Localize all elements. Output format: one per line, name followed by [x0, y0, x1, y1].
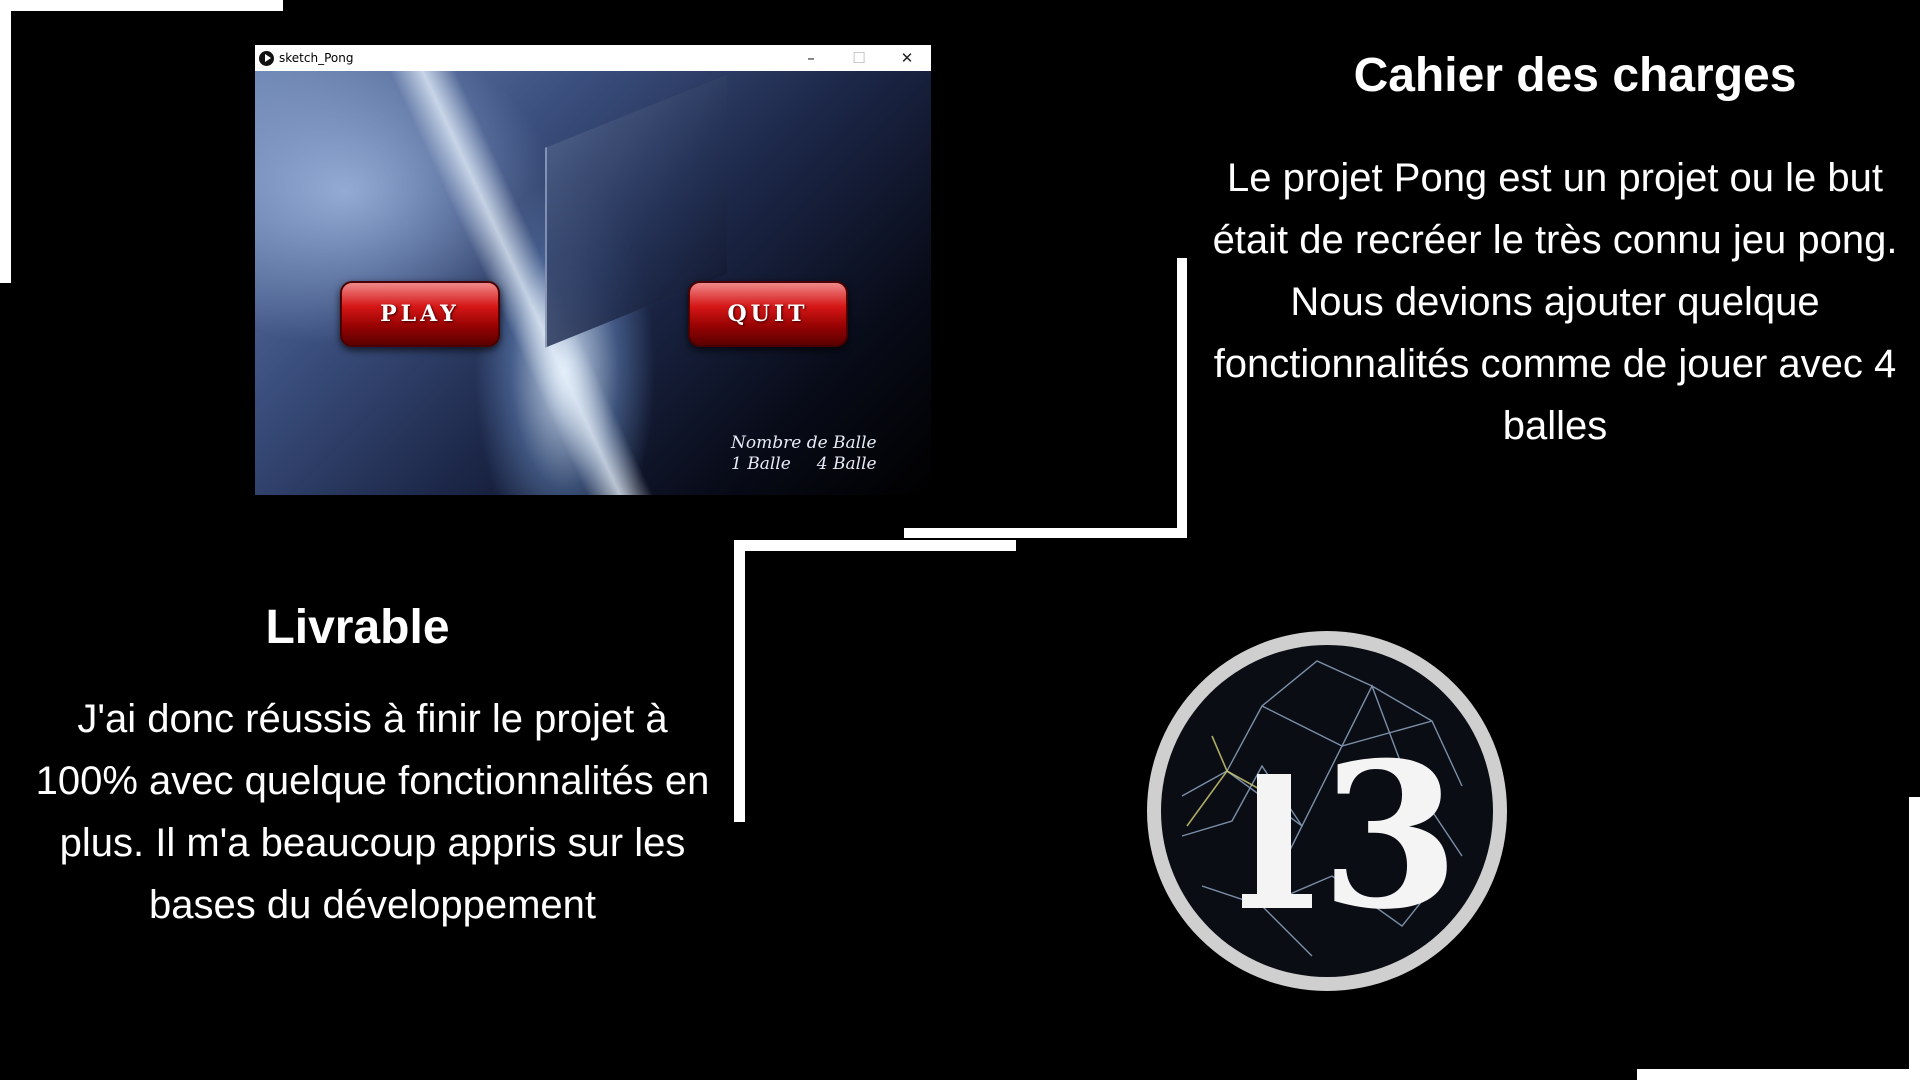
- connector-line-upper-vertical: [1177, 258, 1187, 538]
- minimize-icon[interactable]: –: [787, 45, 835, 71]
- cahier-title: Cahier des charges: [1353, 49, 1797, 102]
- frame-line-top-left: [0, 0, 283, 11]
- processing-app-icon: [259, 50, 274, 66]
- frame-line-bottom-right-horizontal: [1637, 1069, 1920, 1080]
- frame-line-bottom-right-vertical: [1909, 797, 1920, 1080]
- ball-count-selector: Nombre de Balle 1 Balle 4 Balle: [731, 433, 911, 475]
- logo-digit-one-base: [1242, 894, 1312, 908]
- window-title: sketch_Pong: [279, 51, 354, 65]
- cahier-text: Le projet Pong est un projet ou le but é…: [1212, 156, 1898, 448]
- close-icon[interactable]: ✕: [883, 45, 931, 71]
- logo-digit-one: [1257, 774, 1291, 906]
- game-canvas: PLAY QUIT Nombre de Balle 1 Balle 4 Ball…: [255, 71, 931, 495]
- window-titlebar: sketch_Pong – ☐ ✕: [255, 45, 931, 71]
- connector-line-lower-vertical: [734, 540, 745, 822]
- frame-line-left-vertical: [0, 0, 11, 283]
- maximize-icon[interactable]: ☐: [835, 45, 883, 71]
- logo-glyph: 3: [1320, 719, 1459, 954]
- connector-line-upper-horizontal: [904, 528, 1187, 538]
- livrable-text: J'ai donc réussis à finir le projet à 10…: [35, 697, 710, 927]
- quit-button[interactable]: QUIT: [688, 281, 848, 347]
- one-ball-option[interactable]: 1 Balle: [731, 454, 791, 475]
- livrable-title: Livrable: [265, 601, 450, 654]
- connector-line-lower-horizontal: [734, 540, 1016, 551]
- play-button[interactable]: PLAY: [340, 281, 500, 347]
- four-ball-option[interactable]: 4 Balle: [817, 454, 877, 475]
- pong-window-screenshot: sketch_Pong – ☐ ✕ PLAY QUIT Nombre de Ba…: [255, 45, 931, 495]
- processing-logo: 3: [1147, 631, 1507, 991]
- ball-count-label: Nombre de Balle: [731, 433, 877, 453]
